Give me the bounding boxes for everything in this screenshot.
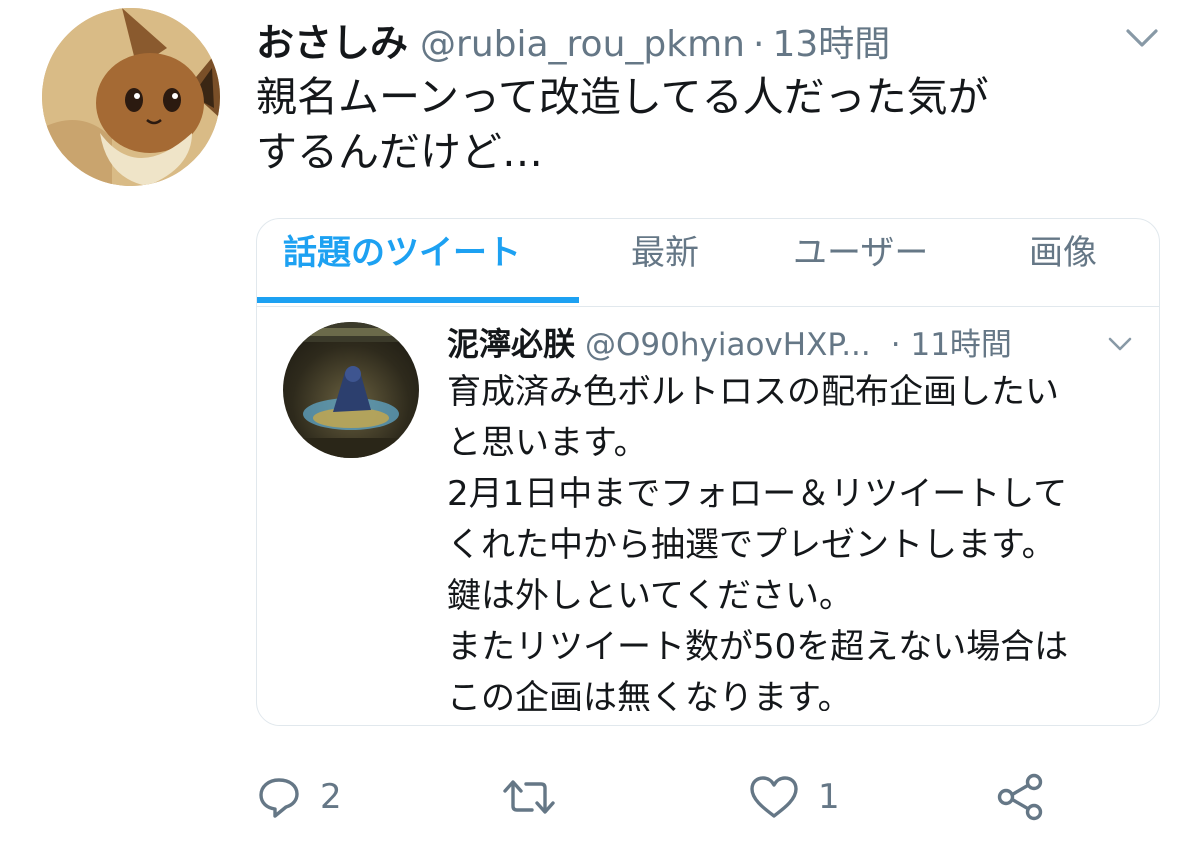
eevee-avatar-icon xyxy=(42,8,220,186)
tab-top-tweets[interactable]: 話題のツイート xyxy=(283,225,521,274)
share-icon xyxy=(997,773,1043,821)
like-count: 1 xyxy=(818,777,840,817)
reply-icon xyxy=(259,778,299,818)
share-button[interactable] xyxy=(994,765,1046,829)
heart-icon xyxy=(750,776,798,818)
tweet-timestamp[interactable]: 13時間 xyxy=(772,15,890,67)
chevron-down-icon[interactable] xyxy=(1124,26,1160,50)
embedded-user-handle[interactable]: @O90hyiaovHXP... xyxy=(585,327,871,363)
tab-latest[interactable]: 最新 xyxy=(631,225,699,274)
retweet-icon xyxy=(503,780,555,814)
embedded-display-name[interactable]: 泥濘必朕 xyxy=(447,319,575,365)
embedded-search-card[interactable]: 話題のツイート 最新 ユーザー 画像 泥濘必朕 @O90hyiaovHXP...… xyxy=(256,218,1160,726)
retweet-button[interactable] xyxy=(502,765,574,829)
reply-button[interactable]: 2 xyxy=(256,765,342,829)
user-handle[interactable]: @rubia_rou_pkmn xyxy=(420,24,745,65)
card-clip-edge xyxy=(257,711,1159,725)
tweet-text: 親名ムーンって改造してる人だった気が するんだけど… xyxy=(256,73,989,176)
game-screenshot-avatar-icon xyxy=(283,322,419,458)
embedded-user-avatar[interactable] xyxy=(283,322,419,458)
tweet-header: おさしみ @rubia_rou_pkmn · 13時間 xyxy=(256,12,890,65)
embedded-tweet-header: 泥濘必朕 @O90hyiaovHXP... · 11時間 xyxy=(447,319,1012,365)
separator-dot: · xyxy=(752,24,765,65)
embedded-timestamp[interactable]: · 11時間 xyxy=(891,319,1012,364)
tab-users[interactable]: ユーザー xyxy=(793,225,928,274)
user-avatar[interactable] xyxy=(42,8,220,186)
active-tab-indicator xyxy=(257,297,579,303)
like-button[interactable]: 1 xyxy=(748,765,840,829)
tab-images[interactable]: 画像 xyxy=(1029,225,1097,274)
display-name[interactable]: おさしみ xyxy=(256,12,408,67)
embedded-chevron-down-icon[interactable] xyxy=(1107,335,1133,353)
reply-count: 2 xyxy=(320,777,342,817)
search-tabs: 話題のツイート 最新 ユーザー 画像 xyxy=(257,219,1159,307)
embedded-tweet-text: 育成済み色ボルトロスの配布企画したい と思います。 2月1日中までフォロー＆リツ… xyxy=(447,372,1069,718)
tweet-actions: 2 1 xyxy=(256,765,1176,829)
